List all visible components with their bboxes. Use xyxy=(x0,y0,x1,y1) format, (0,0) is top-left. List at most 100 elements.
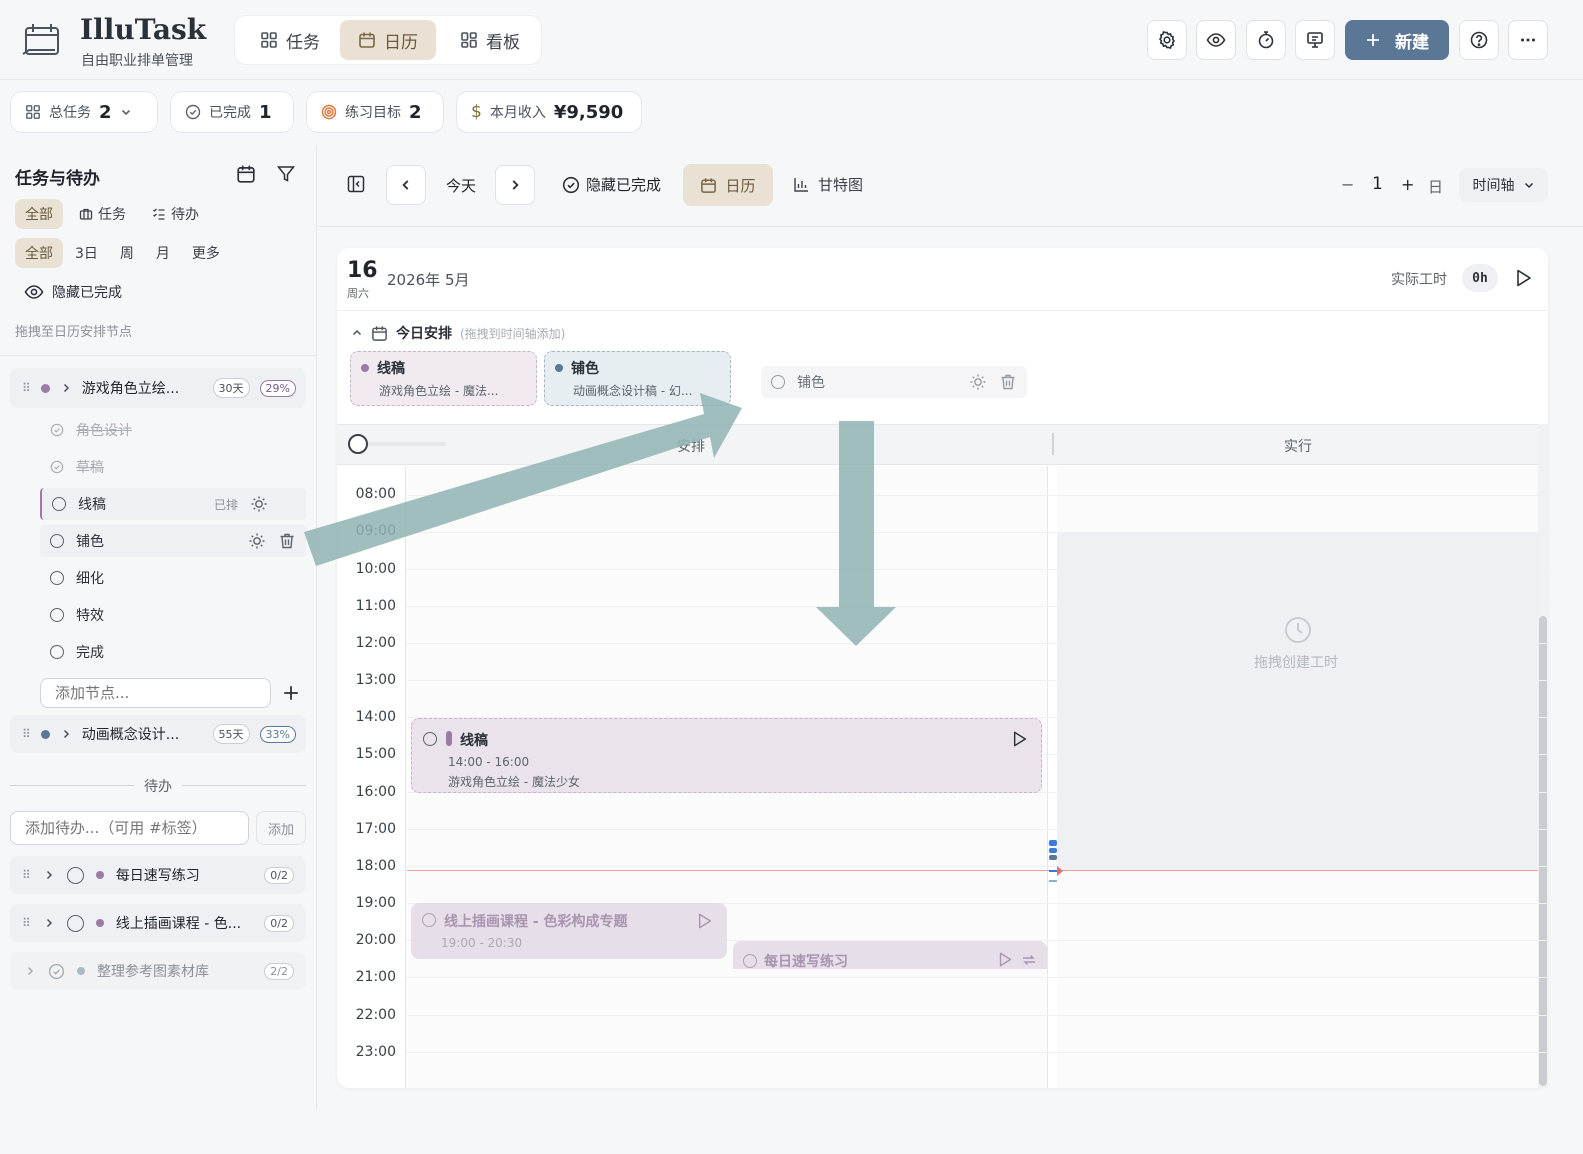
check-circle-icon[interactable] xyxy=(50,460,64,474)
type-filter-tasks[interactable]: 任务 xyxy=(69,199,136,229)
check-circle-icon[interactable] xyxy=(48,963,65,980)
project-row-2[interactable]: ⠿ 动画概念设计... 55天 33% xyxy=(10,715,306,753)
event-checkbox[interactable] xyxy=(422,913,436,927)
node-checkbox[interactable] xyxy=(50,645,64,659)
node-checkbox[interactable] xyxy=(52,497,66,511)
plan-card[interactable]: 线稿 游戏角色立绘 - 魔法... xyxy=(350,351,537,406)
stat-total-value: 2 xyxy=(99,101,112,123)
event-block-todo[interactable]: 线上插画课程 - 色彩构成专题 19:00 - 20:30 xyxy=(411,903,727,959)
play-icon[interactable] xyxy=(697,912,713,930)
new-button[interactable]: 新建 xyxy=(1345,20,1449,60)
stat-income[interactable]: $ 本月收入 ¥9,590 xyxy=(456,91,642,133)
range-filter-all[interactable]: 全部 xyxy=(15,238,63,268)
event-block[interactable]: 线稿 14:00 - 16:00 游戏角色立绘 - 魔法少女 xyxy=(411,718,1042,793)
todo-label: 每日速写练习 xyxy=(115,868,200,884)
event-title: 线上插画课程 - 色彩构成专题 xyxy=(444,914,628,930)
chevron-right-icon[interactable] xyxy=(43,917,55,929)
bar-chart-icon xyxy=(793,176,810,193)
zoom-thumb[interactable] xyxy=(348,434,368,454)
sun-icon[interactable] xyxy=(248,532,266,550)
chevron-right-icon[interactable] xyxy=(24,965,36,977)
view-gantt-button[interactable]: 甘特图 xyxy=(793,174,863,195)
stat-total[interactable]: 总任务 2 xyxy=(10,91,158,133)
drag-handle-icon[interactable]: ⠿ xyxy=(22,727,31,741)
timer-button[interactable] xyxy=(1246,20,1286,60)
node-checkbox[interactable] xyxy=(50,571,64,585)
todo-checkbox[interactable] xyxy=(66,914,84,932)
drag-handle-icon[interactable]: ⠿ xyxy=(22,381,31,395)
range-filter-week[interactable]: 周 xyxy=(110,238,144,268)
more-button[interactable] xyxy=(1508,20,1548,60)
node-row[interactable]: 完成 xyxy=(40,636,306,668)
event-color-bar xyxy=(446,731,452,746)
sidebar-filter-button[interactable] xyxy=(276,164,296,184)
event-block-todo[interactable]: 每日速写练习 xyxy=(733,941,1047,970)
range-filter-3d[interactable]: 3日 xyxy=(65,238,108,268)
view-mode-select[interactable]: 时间轴 xyxy=(1459,168,1548,202)
node-row[interactable]: 细化 xyxy=(40,562,306,594)
view-calendar-button[interactable]: 日历 xyxy=(683,164,773,206)
filter-icon xyxy=(276,164,296,184)
trash-icon[interactable] xyxy=(278,532,296,550)
node-row[interactable]: 角色设计 xyxy=(40,414,306,446)
node-row[interactable]: 草稿 xyxy=(40,451,306,483)
present-button[interactable] xyxy=(1295,20,1335,60)
sun-icon[interactable] xyxy=(250,495,268,513)
type-filter-todos[interactable]: 待办 xyxy=(142,199,209,229)
today-plan-header[interactable]: 今日安排 (拖拽到时间轴添加) xyxy=(351,323,565,343)
project-row-1[interactable]: ⠿ 游戏角色立绘... 30天 29% xyxy=(10,368,306,408)
help-button[interactable] xyxy=(1459,20,1499,60)
event-time: 14:00 - 16:00 xyxy=(448,755,530,769)
todo-row-done[interactable]: 整理参考图素材库 2/2 xyxy=(10,952,306,990)
drag-handle-icon[interactable]: ⠿ xyxy=(22,916,31,930)
todo-row[interactable]: ⠿ 每日速写练习 0/2 xyxy=(10,856,306,894)
preview-button[interactable] xyxy=(1196,20,1236,60)
node-row[interactable]: 特效 xyxy=(40,599,306,631)
start-timer-button[interactable] xyxy=(1515,268,1533,288)
sidebar-hide-done[interactable]: 隐藏已完成 xyxy=(24,282,122,302)
brand-subtitle: 自由职业排单管理 xyxy=(81,53,193,69)
stat-goal[interactable]: 练习目标 2 xyxy=(306,91,444,133)
divider xyxy=(0,355,317,356)
event-checkbox[interactable] xyxy=(743,954,757,968)
tab-calendar[interactable]: 日历 xyxy=(340,20,436,60)
todo-input[interactable] xyxy=(10,811,249,845)
stat-done[interactable]: 已完成 1 xyxy=(170,91,294,133)
drag-handle-icon[interactable]: ⠿ xyxy=(22,868,31,882)
settings-button[interactable] xyxy=(1147,20,1187,60)
node-checkbox[interactable] xyxy=(50,608,64,622)
todo-add-button[interactable]: 添加 xyxy=(256,811,306,845)
todo-checkbox[interactable] xyxy=(66,866,84,884)
tab-board[interactable]: 看板 xyxy=(444,20,536,60)
sidebar-calendar-button[interactable] xyxy=(236,164,256,184)
chevron-right-icon[interactable] xyxy=(60,382,72,394)
chevron-right-icon[interactable] xyxy=(43,869,55,881)
zoom-slider[interactable] xyxy=(348,434,446,454)
actual-hours-label: 实际工时 xyxy=(1391,272,1447,288)
check-circle-icon[interactable] xyxy=(50,423,64,437)
todo-row[interactable]: ⠿ 线上插画课程 - 色... 0/2 xyxy=(10,904,306,942)
prev-day-button[interactable] xyxy=(386,165,426,205)
node-row-scheduled[interactable]: 线稿 已排 xyxy=(40,488,306,520)
range-filter-more[interactable]: 更多 xyxy=(182,238,230,268)
chevron-right-icon[interactable] xyxy=(60,728,72,740)
play-icon[interactable] xyxy=(998,951,1013,968)
plan-card[interactable]: 铺色 动画概念设计稿 - 幻... xyxy=(544,351,731,406)
scrollbar[interactable] xyxy=(1538,424,1548,1088)
node-row-hover[interactable]: 铺色 xyxy=(40,525,306,557)
hide-done-toggle[interactable]: 隐藏已完成 xyxy=(562,174,661,195)
node-checkbox[interactable] xyxy=(50,534,64,548)
add-node-button[interactable] xyxy=(282,684,300,702)
event-checkbox[interactable] xyxy=(423,732,437,746)
add-node-input[interactable] xyxy=(40,678,271,708)
toggle-sidebar-button[interactable] xyxy=(346,174,366,194)
tab-tasks[interactable]: 任务 xyxy=(244,20,336,60)
play-icon[interactable] xyxy=(1012,730,1028,748)
type-filter-all[interactable]: 全部 xyxy=(15,199,63,229)
next-day-button[interactable] xyxy=(495,165,535,205)
day-count-plus[interactable]: + xyxy=(1401,175,1414,194)
today-button[interactable]: 今天 xyxy=(446,175,476,196)
repeat-icon[interactable] xyxy=(1021,952,1037,968)
range-filter-month[interactable]: 月 xyxy=(146,238,180,268)
day-count-minus[interactable]: − xyxy=(1341,175,1354,194)
